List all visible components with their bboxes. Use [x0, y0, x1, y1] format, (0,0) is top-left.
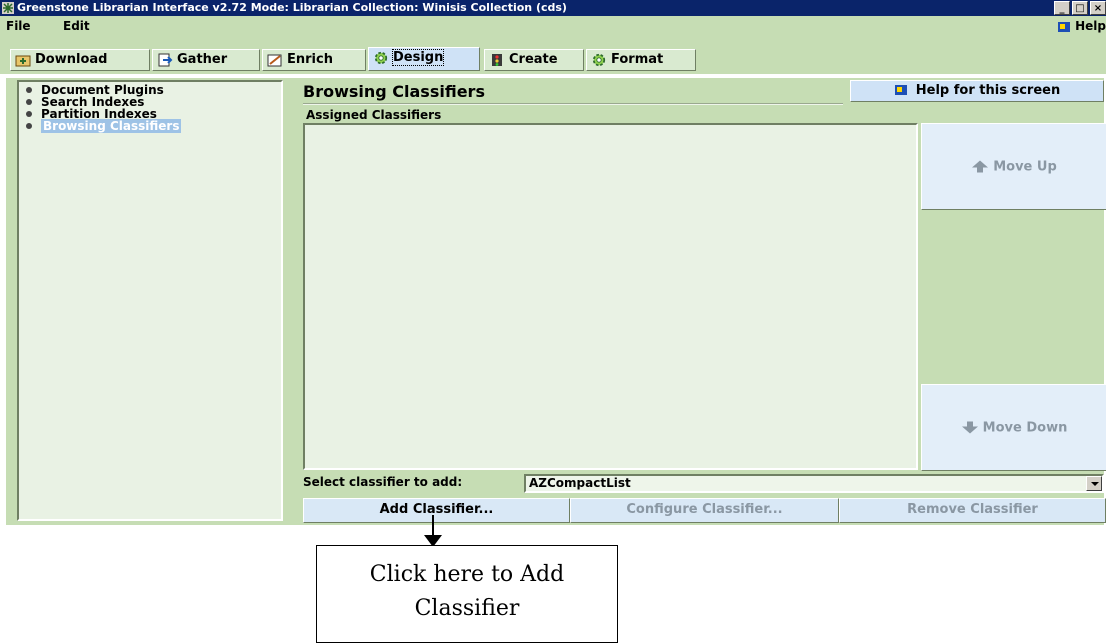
gather-icon [158, 53, 173, 67]
menu-file[interactable]: File [6, 19, 31, 33]
download-icon [15, 55, 31, 67]
tab-format[interactable]: Format [586, 49, 696, 71]
move-up-button[interactable]: Move Up [921, 123, 1106, 210]
sidebar-item-browsing-classifiers[interactable]: Browsing Classifiers [26, 119, 182, 133]
enrich-icon [267, 54, 282, 67]
classifier-select-value: AZCompactList [529, 476, 631, 490]
move-up-label: Move Up [993, 159, 1057, 174]
tab-create[interactable]: Create [484, 49, 584, 71]
configure-classifier-button[interactable]: Configure Classifier... [570, 498, 839, 523]
add-classifier-button[interactable]: Add Classifier... [303, 498, 570, 523]
help-book-icon [894, 84, 907, 95]
arrow-up-icon [972, 160, 989, 173]
tab-download[interactable]: Download [10, 49, 150, 71]
move-down-label: Move Down [982, 420, 1068, 435]
close-button[interactable]: × [1090, 1, 1106, 15]
assigned-classifiers-list[interactable] [303, 123, 918, 470]
minimize-button[interactable]: _ [1054, 1, 1070, 15]
maximize-button[interactable]: □ [1072, 1, 1088, 15]
greenstone-app-icon [2, 2, 14, 14]
help-book-icon [1058, 21, 1071, 32]
format-gear-icon [592, 53, 606, 67]
tab-label: Gather [177, 52, 228, 67]
arrow-down-icon [961, 421, 978, 434]
menu-bar: File Edit Help [0, 16, 1106, 36]
tab-label: Create [509, 52, 558, 67]
page-title: Browsing Classifiers [303, 82, 485, 101]
menu-edit[interactable]: Edit [63, 19, 90, 33]
callout-text-line2: Classifier [414, 596, 520, 621]
design-sidebar: Document Plugins Search Indexes Partitio… [17, 80, 283, 521]
help-for-screen-label: Help for this screen [915, 83, 1061, 98]
bullet-icon [26, 86, 32, 93]
callout-box: Click here to Add Classifier [316, 545, 618, 643]
title-divider [303, 103, 843, 105]
tab-label: Format [611, 52, 664, 67]
tab-design[interactable]: Design [368, 47, 480, 71]
tab-label: Enrich [287, 52, 333, 67]
design-gear-icon [374, 51, 388, 65]
move-down-button[interactable]: Move Down [921, 384, 1106, 471]
tab-enrich[interactable]: Enrich [262, 49, 366, 71]
menu-help-label: Help [1075, 19, 1106, 33]
window-title: Greenstone Librarian Interface v2.72 Mod… [17, 1, 567, 14]
tab-label: Download [35, 52, 108, 67]
tab-strip: Download Gather Enrich Design Create For… [0, 36, 1106, 74]
create-icon [492, 54, 502, 66]
help-for-screen-button[interactable]: Help for this screen [850, 80, 1104, 102]
title-bar: Greenstone Librarian Interface v2.72 Mod… [0, 0, 1106, 16]
bullet-icon [26, 122, 32, 129]
bullet-icon [26, 98, 32, 105]
bullet-icon [26, 110, 32, 117]
remove-classifier-button[interactable]: Remove Classifier [839, 498, 1106, 523]
chevron-down-icon[interactable] [1086, 476, 1102, 491]
callout-pointer-line [432, 515, 434, 536]
menu-help[interactable]: Help [1057, 19, 1106, 33]
tab-gather[interactable]: Gather [152, 49, 260, 71]
select-classifier-label: Select classifier to add: [303, 475, 463, 489]
callout-text-line1: Click here to Add [369, 562, 565, 587]
tab-label: Design [391, 49, 445, 66]
assigned-classifiers-label: Assigned Classifiers [306, 108, 442, 122]
classifier-select[interactable]: AZCompactList [524, 474, 1104, 493]
